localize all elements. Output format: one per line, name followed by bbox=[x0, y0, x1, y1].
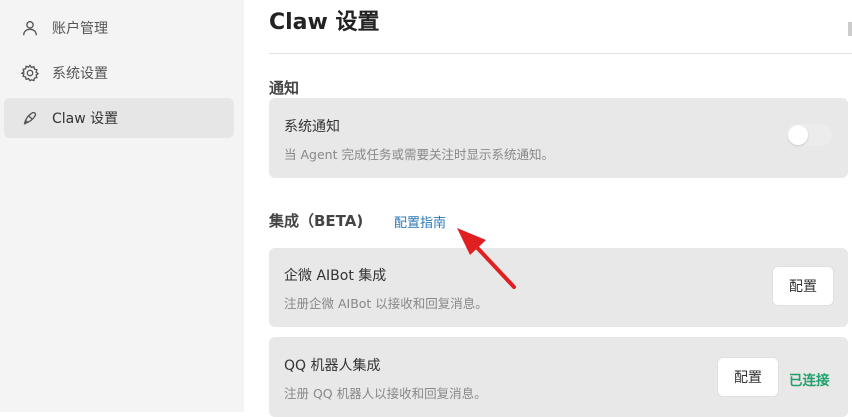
toggle-knob bbox=[788, 125, 808, 145]
sidebar-item-label: 账户管理 bbox=[52, 21, 108, 37]
configure-button[interactable]: 配置 bbox=[718, 358, 778, 396]
user-icon bbox=[20, 18, 40, 38]
configure-button[interactable]: 配置 bbox=[773, 267, 833, 305]
gear-icon bbox=[20, 63, 40, 83]
card-title: 企微 AIBot 集成 bbox=[284, 268, 387, 284]
card-description: 注册 QQ 机器人以接收和回复消息。 bbox=[284, 386, 487, 401]
section-title-notifications: 通知 bbox=[269, 79, 300, 97]
system-notification-card: 系统通知 当 Agent 完成任务或需要关注时显示系统通知。 bbox=[269, 98, 848, 178]
sidebar-item-claw[interactable]: Claw 设置 bbox=[4, 98, 234, 138]
wecom-aibot-card: 企微 AIBot 集成 注册企微 AIBot 以接收和回复消息。 配置 bbox=[269, 248, 848, 327]
divider bbox=[269, 53, 852, 54]
sidebar-item-system[interactable]: 系统设置 bbox=[4, 53, 234, 93]
status-badge: 已连接 bbox=[789, 373, 830, 389]
card-title: QQ 机器人集成 bbox=[284, 358, 381, 374]
main-panel: Claw 设置 通知 系统通知 当 Agent 完成任务或需要关注时显示系统通知… bbox=[244, 0, 852, 417]
sidebar-item-account[interactable]: 账户管理 bbox=[4, 8, 234, 48]
close-icon[interactable] bbox=[848, 22, 852, 36]
card-description: 当 Agent 完成任务或需要关注时显示系统通知。 bbox=[284, 147, 554, 162]
claw-icon bbox=[20, 108, 40, 128]
card-description: 注册企微 AIBot 以接收和回复消息。 bbox=[284, 296, 488, 311]
sidebar-item-label: 系统设置 bbox=[52, 66, 108, 82]
qq-bot-card: QQ 机器人集成 注册 QQ 机器人以接收和回复消息。 配置 已连接 bbox=[269, 337, 848, 417]
sidebar: 账户管理 系统设置 Claw 设置 bbox=[0, 0, 244, 412]
config-guide-link[interactable]: 配置指南 bbox=[394, 212, 446, 231]
sidebar-item-label: Claw 设置 bbox=[52, 111, 119, 127]
page-title: Claw 设置 bbox=[269, 10, 380, 35]
section-title-integration: 集成（BETA) bbox=[269, 212, 364, 230]
card-title: 系统通知 bbox=[284, 119, 340, 135]
system-notification-toggle[interactable] bbox=[786, 124, 832, 146]
